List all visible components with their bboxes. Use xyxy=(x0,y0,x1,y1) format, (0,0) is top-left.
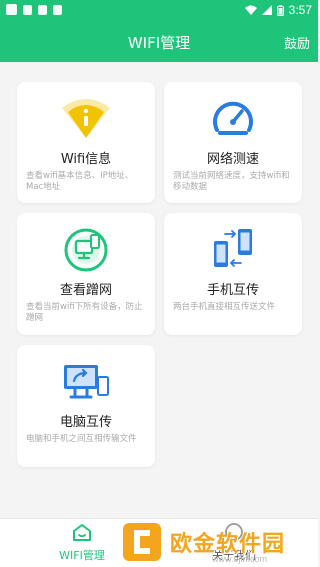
pc-transfer-icon xyxy=(17,359,155,403)
card-title: 电脑互传 xyxy=(59,415,112,430)
main-content: Wifi信息 查看wifi基本信息、IP地址、Mac地址 网络测速 测试当前网络… xyxy=(0,62,318,518)
watermark-url: www.ojin.com xyxy=(212,554,268,564)
status-right-icons: 3:57 xyxy=(244,3,312,17)
app-notification-icon xyxy=(23,4,32,15)
card-title: 查看蹭网 xyxy=(59,283,112,298)
card-description: 电脑和手机之间互相传输文件 xyxy=(26,434,137,444)
card-check-freeloader[interactable]: 查看蹭网 查看当前wifi下所有设备，防止蹭网 xyxy=(17,213,155,335)
wifi-icon xyxy=(244,5,257,15)
encourage-button[interactable]: 鼓励 xyxy=(284,33,310,52)
a-icon xyxy=(53,4,62,15)
status-left-icons xyxy=(6,4,62,15)
card-wifi-info[interactable]: Wifi信息 查看wifi基本信息、IP地址、Mac地址 xyxy=(17,82,155,203)
card-description: 测试当前网络速度，支持wifi和移动数据 xyxy=(173,171,290,192)
wifi-info-icon xyxy=(17,96,155,140)
app-bar: WIFI管理 鼓励 xyxy=(0,22,318,62)
card-description: 查看当前wifi下所有设备，防止蹭网 xyxy=(26,302,143,323)
card-title: Wifi信息 xyxy=(60,152,112,167)
watermark: 欧金软件园 www.ojin.com xyxy=(116,520,316,566)
signal-icon xyxy=(261,5,272,15)
device-scan-icon xyxy=(17,227,155,272)
speedometer-icon xyxy=(164,96,302,140)
card-pc-transfer[interactable]: 电脑互传 电脑和手机之间互相传输文件 xyxy=(17,345,155,467)
image-icon xyxy=(6,4,17,15)
app-notification-icon xyxy=(38,4,47,15)
card-description: 查看wifi基本信息、IP地址、Mac地址 xyxy=(26,171,134,192)
home-icon xyxy=(73,524,91,541)
status-time: 3:57 xyxy=(288,3,312,17)
phone-transfer-icon xyxy=(164,227,302,271)
card-title: 网络测速 xyxy=(206,152,259,167)
card-description: 两台手机直接相互传送文件 xyxy=(173,302,276,312)
battery-icon xyxy=(276,4,284,16)
card-network-speed[interactable]: 网络测速 测试当前网络速度，支持wifi和移动数据 xyxy=(164,82,302,203)
card-title: 手机互传 xyxy=(206,283,259,298)
watermark-logo-icon xyxy=(123,523,161,561)
page-title: WIFI管理 xyxy=(127,34,191,52)
status-bar: 3:57 xyxy=(0,0,318,22)
card-phone-transfer[interactable]: 手机互传 两台手机直接相互传送文件 xyxy=(164,213,302,335)
